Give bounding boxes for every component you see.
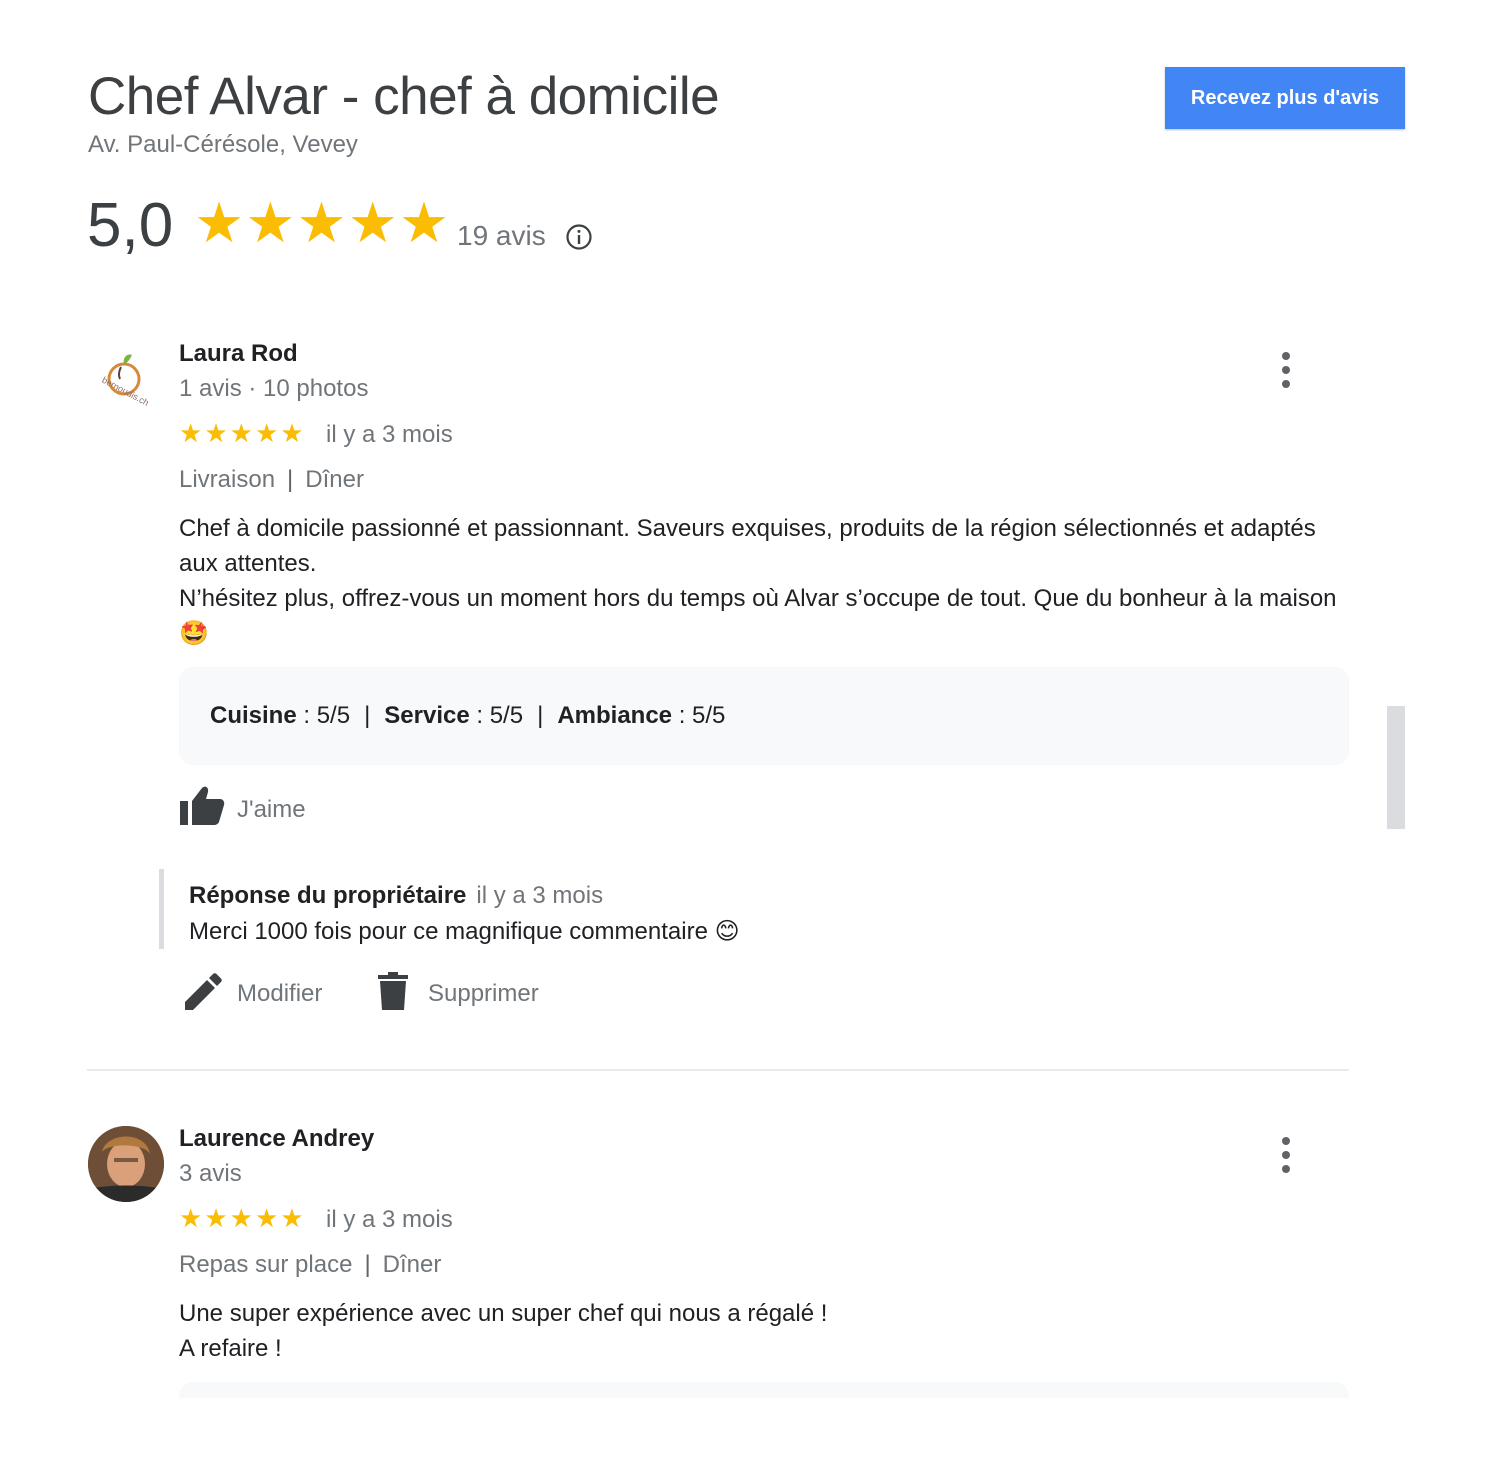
review-star-rating: ★ ★ ★ ★ ★	[179, 1205, 304, 1231]
reviewer-meta: 1 avis · 10 photos	[179, 375, 369, 402]
review-text: Une super expérience avec un super chef …	[179, 1296, 1339, 1366]
average-score: 5,0	[87, 191, 174, 260]
average-star-rating: ★ ★ ★ ★ ★	[194, 195, 449, 251]
star-icon: ★	[398, 191, 450, 254]
more-options-icon[interactable]	[1279, 1137, 1293, 1173]
owner-reply-time: il y a 3 mois	[476, 882, 604, 909]
pencil-icon[interactable]	[182, 973, 222, 1013]
bernoudis-logo-icon: bernoudis.ch	[88, 343, 164, 419]
owner-reply-title: Réponse du propriétaire	[189, 882, 467, 909]
star-icon: ★	[254, 418, 279, 448]
scrollbar-thumb[interactable]	[1387, 706, 1405, 829]
star-icon: ★	[254, 1203, 279, 1233]
trash-icon[interactable]	[378, 972, 408, 1012]
review-tags: Livraison | Dîner	[179, 466, 364, 494]
cuisine-value: : 5/5	[303, 702, 351, 729]
page-title: Chef Alvar - chef à domicile	[88, 67, 720, 126]
star-icon: ★	[179, 418, 203, 448]
rating-separator: |	[537, 702, 544, 729]
owner-reply-heading: Réponse du propriétaire il y a 3 mois	[189, 882, 603, 910]
star-icon: ★	[245, 191, 296, 254]
owner-reply-text: Merci 1000 fois pour ce magnifique comme…	[189, 918, 740, 945]
reviewer-name[interactable]: Laura Rod	[179, 340, 298, 368]
review-count: 19 avis	[457, 220, 546, 251]
star-icon: ★	[347, 191, 398, 254]
avatar[interactable]: bernoudis.ch	[88, 343, 164, 419]
tag-meal-type: Dîner	[305, 466, 364, 493]
like-button[interactable]: J'aime	[237, 796, 306, 824]
tag-service-type: Livraison	[179, 466, 276, 493]
star-icon: ★	[296, 191, 347, 254]
star-icon: ★	[204, 1203, 228, 1233]
thumbs-up-icon[interactable]	[179, 785, 225, 827]
ambiance-label: Ambiance	[557, 702, 673, 729]
review-time: il y a 3 mois	[326, 421, 453, 448]
review-text: Chef à domicile passionné et passionnant…	[179, 511, 1339, 651]
review-text-line: Chef à domicile passionné et passionnant…	[179, 515, 1316, 577]
reply-indicator	[159, 869, 164, 949]
star-icon: ★	[229, 418, 253, 448]
get-more-reviews-button[interactable]: Recevez plus d'avis	[1165, 67, 1405, 129]
ambiance-value: : 5/5	[678, 702, 726, 729]
business-address: Av. Paul-Cérésole, Vevey	[88, 131, 358, 158]
review-time: il y a 3 mois	[326, 1206, 453, 1233]
review-text-line: N’hésitez plus, offrez-vous un moment ho…	[179, 585, 1337, 647]
review-divider	[87, 1069, 1349, 1071]
info-icon[interactable]	[565, 223, 593, 251]
tag-service-type: Repas sur place	[179, 1251, 353, 1278]
edit-reply-button[interactable]: Modifier	[237, 980, 322, 1008]
tag-meal-type: Dîner	[382, 1251, 442, 1278]
tag-separator: |	[287, 466, 294, 493]
review-tags: Repas sur place | Dîner	[179, 1251, 441, 1279]
service-label: Service	[384, 702, 470, 729]
more-options-icon[interactable]	[1279, 352, 1293, 388]
service-value: : 5/5	[476, 702, 524, 729]
rating-separator: |	[364, 702, 371, 729]
sub-ratings	[179, 1382, 1349, 1398]
delete-reply-button[interactable]: Supprimer	[428, 980, 539, 1008]
reviewer-meta: 3 avis	[179, 1160, 242, 1187]
reviewer-name[interactable]: Laurence Andrey	[179, 1125, 374, 1153]
avatar[interactable]	[88, 1126, 164, 1202]
tag-separator: |	[364, 1251, 371, 1278]
review-star-rating: ★ ★ ★ ★ ★	[179, 420, 304, 446]
star-icon: ★	[229, 1203, 253, 1233]
review-text-line: A refaire !	[179, 1335, 282, 1362]
star-icon: ★	[194, 191, 245, 254]
cuisine-label: Cuisine	[210, 702, 297, 729]
review-text-line: Une super expérience avec un super chef …	[179, 1300, 828, 1327]
star-icon: ★	[179, 1203, 203, 1233]
star-icon: ★	[280, 418, 304, 448]
sub-ratings: Cuisine : 5/5 | Service : 5/5 | Ambiance : 5…	[179, 667, 1349, 765]
avatar-photo	[88, 1126, 164, 1202]
star-icon: ★	[204, 418, 228, 448]
star-icon: ★	[280, 1203, 304, 1233]
